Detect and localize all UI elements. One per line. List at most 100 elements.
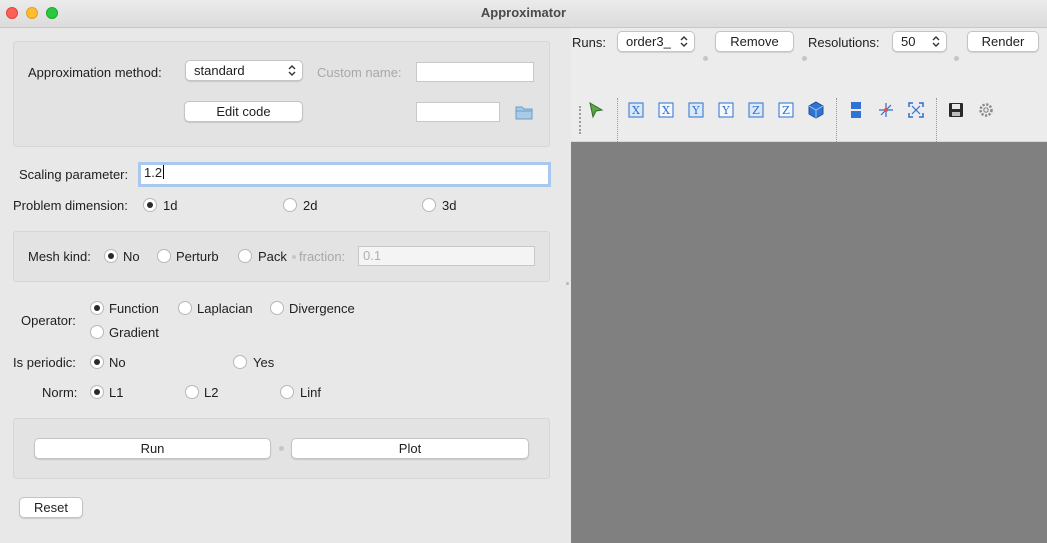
save-icon[interactable] [947,101,965,119]
runs-label: Runs: [572,35,606,50]
view-z-plus-icon[interactable]: Z [747,101,765,119]
window-title: Approximator [480,5,567,20]
splitter-dot [703,56,708,61]
is-periodic-label: Is periodic: [13,355,76,370]
dimension-1d-label: 1d [163,198,178,213]
operator-divergence-label: Divergence [289,301,355,316]
approximation-group: Approximation method: standard Custom na… [13,41,550,147]
mesh-pack-label: Pack [258,249,287,264]
periodic-no-radio[interactable] [90,355,104,369]
splitter-dot [802,56,807,61]
plot-button[interactable]: Plot [291,438,529,459]
operator-gradient-label: Gradient [109,325,159,340]
toolbar-grip[interactable] [579,106,581,134]
norm-linf-label: Linf [300,385,321,400]
axes-icon[interactable] [877,101,895,119]
runs-value: order3_ [626,34,671,49]
periodic-no-label: No [109,355,126,370]
operator-laplacian-radio[interactable] [178,301,192,315]
toolbar-separator [936,98,937,142]
chevron-updown-icon [288,65,296,76]
operator-label: Operator: [21,313,76,328]
mesh-perturb-label: Perturb [176,249,219,264]
approximation-method-label: Approximation method: [28,65,162,80]
settings-icon[interactable] [977,101,995,119]
mesh-group: Mesh kind: No Perturb Pack fraction: 0.1 [13,231,550,282]
view-y-plus-icon[interactable]: Y [687,101,705,119]
splitter-handle-dot [566,282,569,285]
fraction-label: fraction: [299,249,346,264]
splitter-dot [954,56,959,61]
resolutions-value: 50 [901,34,916,49]
chevron-updown-icon [680,36,688,47]
norm-l1-radio[interactable] [90,385,104,399]
svg-text:X: X [662,104,670,117]
operator-divergence-radio[interactable] [270,301,284,315]
view-x-plus-icon[interactable]: X [627,101,645,119]
custom-name-input[interactable] [416,62,534,82]
isometric-cube-icon[interactable] [807,101,825,119]
view-z-minus-icon[interactable]: Z [777,101,795,119]
scaling-parameter-value: 1.2 [144,165,163,180]
view-y-minus-icon[interactable]: Y [717,101,735,119]
mesh-pack-radio[interactable] [238,249,252,263]
periodic-yes-label: Yes [253,355,275,370]
edit-code-button[interactable]: Edit code [184,101,303,122]
mesh-no-radio[interactable] [104,249,118,263]
svg-text:X: X [632,104,640,117]
norm-linf-radio[interactable] [280,385,294,399]
problem-dimension-label: Problem dimension: [13,198,128,213]
layout-icon[interactable] [847,101,865,119]
remove-button[interactable]: Remove [715,31,794,52]
view-x-minus-icon[interactable]: X [657,101,675,119]
operator-function-radio[interactable] [90,301,104,315]
scaling-parameter-input[interactable]: 1.2 [138,162,551,187]
toolbar-separator [836,98,837,142]
dimension-2d-label: 2d [303,198,318,213]
fit-view-icon[interactable] [907,101,925,119]
norm-label: Norm: [42,385,78,400]
toolbar-separator [617,98,618,142]
dimension-1d-radio[interactable] [143,198,157,212]
render-panel: Runs: order3_ Remove Resolutions: 50 Ren… [571,28,1047,543]
actions-group: Run Plot [13,418,550,479]
splitter-dot [292,255,296,259]
run-button[interactable]: Run [34,438,271,459]
operator-gradient-radio[interactable] [90,325,104,339]
svg-text:Z: Z [752,104,760,117]
mesh-perturb-radio[interactable] [157,249,171,263]
settings-panel: Approximation method: standard Custom na… [0,28,563,543]
approximation-method-select[interactable]: standard [185,60,303,81]
splitter-dot [279,446,284,451]
render-button[interactable]: Render [967,31,1039,52]
mesh-no-label: No [123,249,140,264]
dimension-3d-radio[interactable] [422,198,436,212]
fraction-input[interactable]: 0.1 [358,246,535,266]
norm-l2-label: L2 [204,385,219,400]
panel-splitter[interactable] [563,28,571,543]
norm-l2-radio[interactable] [185,385,199,399]
svg-text:Y: Y [721,104,730,117]
reset-button[interactable]: Reset [19,497,83,518]
operator-function-label: Function [109,301,159,316]
runs-select[interactable]: order3_ [617,31,695,52]
norm-l1-label: L1 [109,385,124,400]
custom-name-label: Custom name: [317,65,402,80]
operator-laplacian-label: Laplacian [197,301,253,316]
code-file-input[interactable] [416,102,500,122]
resolutions-label: Resolutions: [808,35,880,50]
dimension-2d-radio[interactable] [283,198,297,212]
chevron-updown-icon [932,36,940,47]
pointer-icon[interactable] [587,101,605,119]
mesh-kind-label: Mesh kind: [28,249,91,264]
resolutions-select[interactable]: 50 [892,31,947,52]
svg-text:Y: Y [691,104,700,117]
title-bar: Approximator [0,0,1047,28]
render-viewport[interactable] [571,142,1047,543]
dimension-3d-label: 3d [442,198,457,213]
text-caret [163,165,165,179]
folder-icon[interactable] [515,105,533,120]
periodic-yes-radio[interactable] [233,355,247,369]
approximation-method-value: standard [194,63,245,78]
svg-text:Z: Z [782,104,790,117]
